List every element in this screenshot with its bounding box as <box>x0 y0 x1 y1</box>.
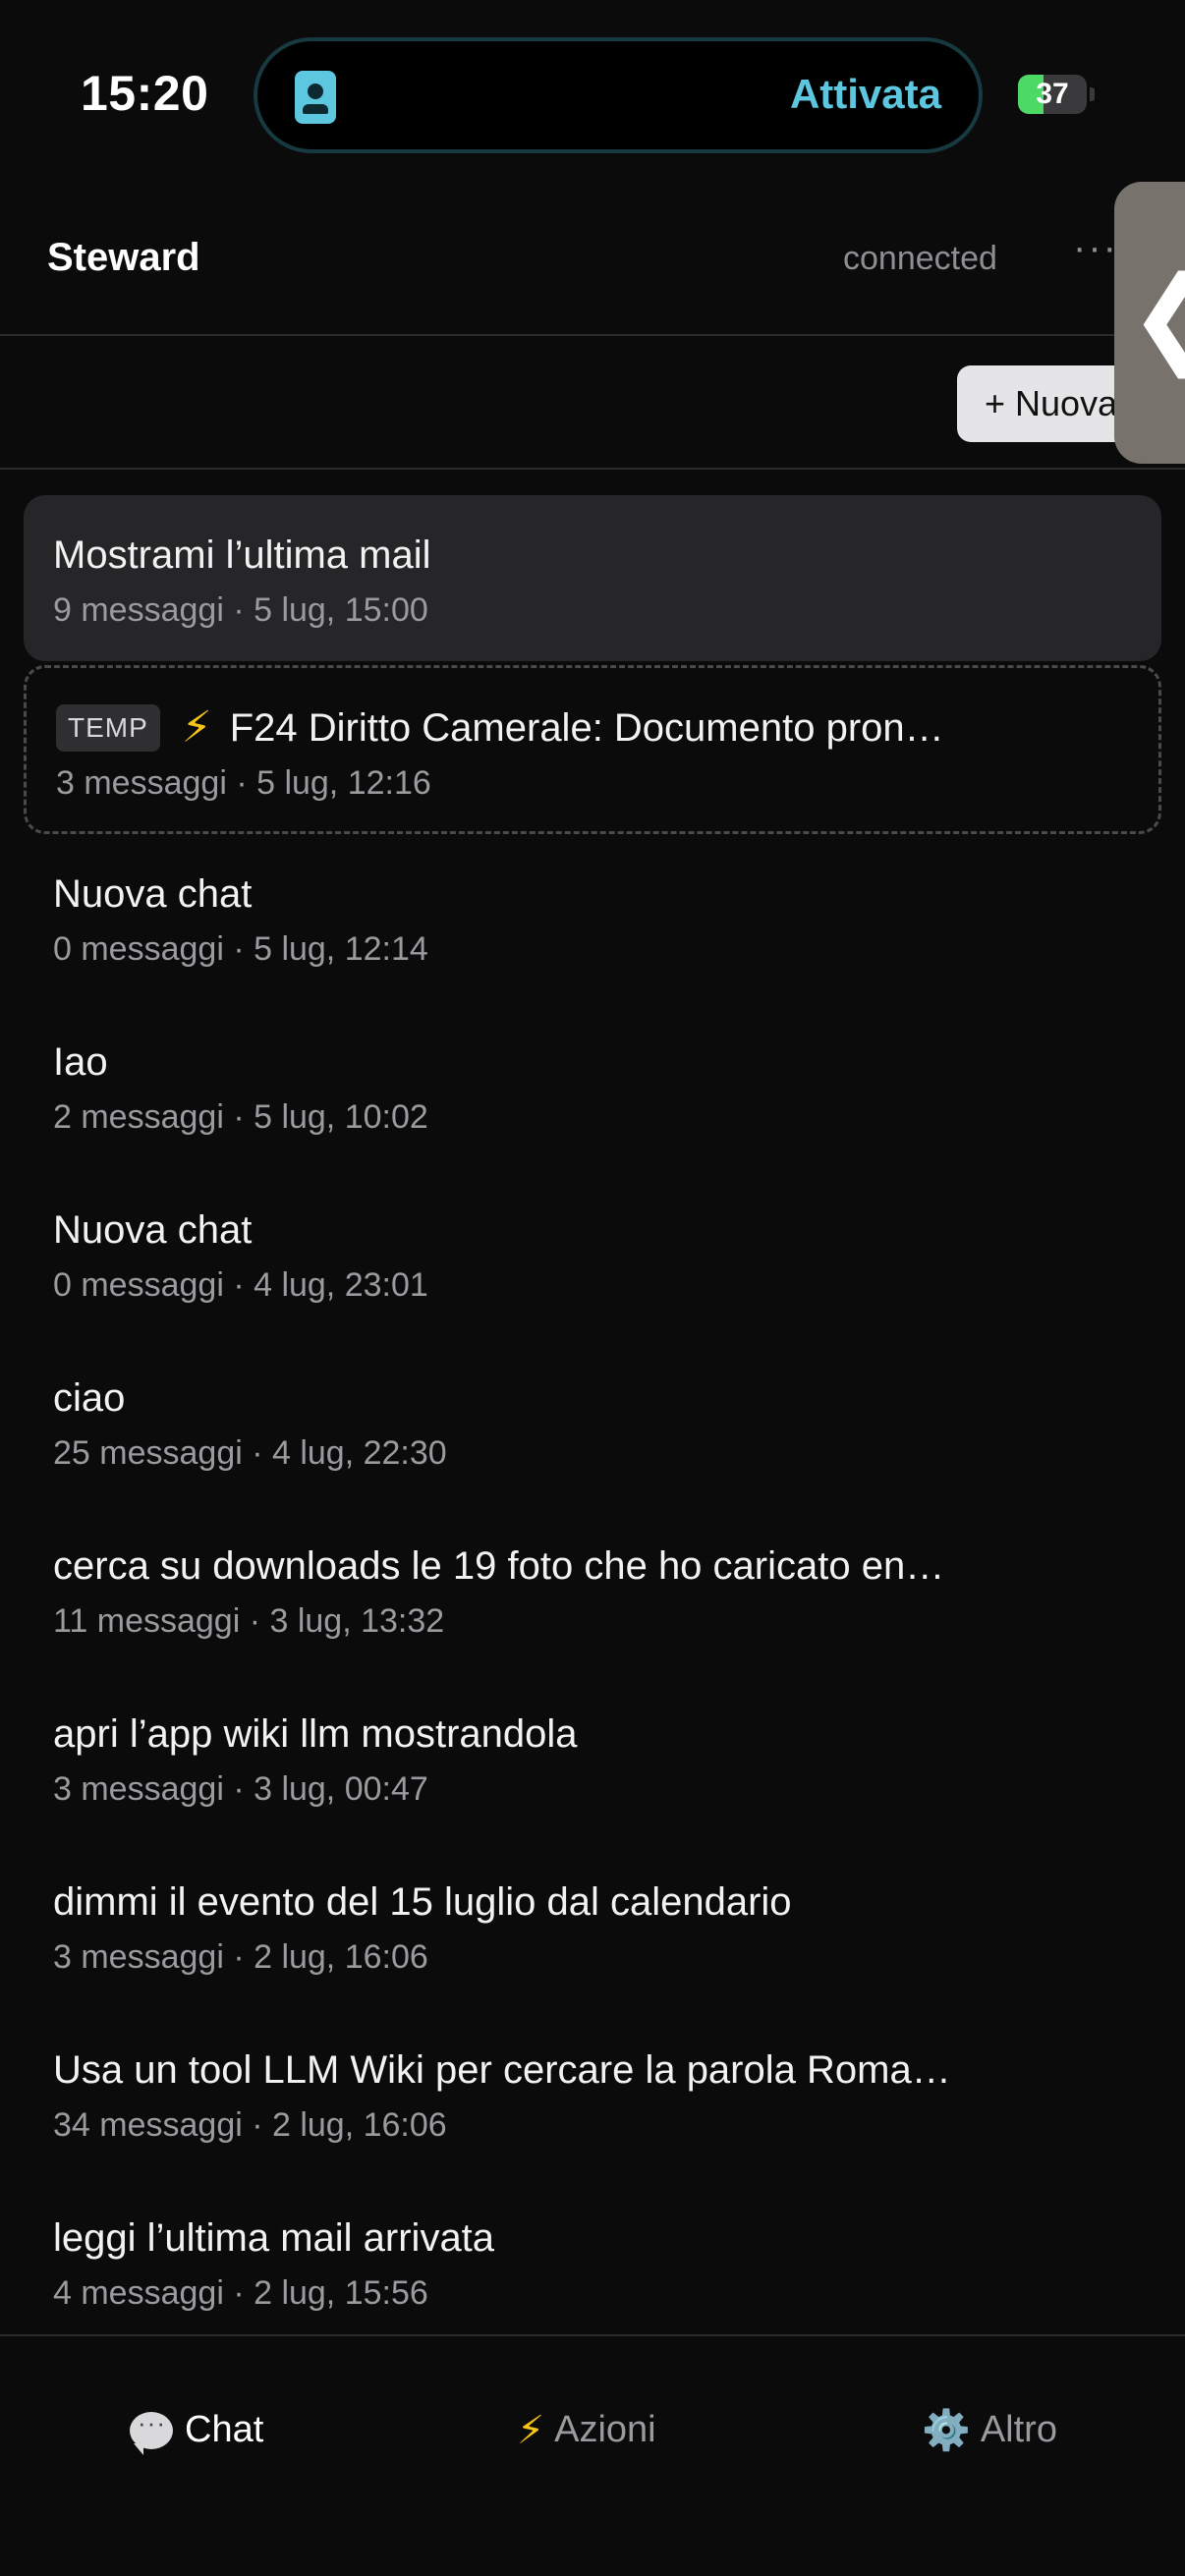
chat-title: dimmi il evento del 15 luglio dal calend… <box>53 1879 792 1924</box>
chat-meta: 3 messaggi · 2 lug, 16:06 <box>53 1938 428 1976</box>
tab-azioni[interactable]: ⚡ Azioni <box>517 2409 656 2451</box>
speech-bubble-icon <box>130 2408 173 2455</box>
tab-bar: Chat ⚡ Azioni ⚙️ Altro <box>0 2334 1185 2576</box>
chat-title: F24 Diritto Camerale: Documento pron… <box>229 705 944 750</box>
chat-list-item[interactable]: Mostrami l’ultima mail 9 messaggi · 5 lu… <box>24 495 1161 661</box>
chat-list: Mostrami l’ultima mail 9 messaggi · 5 lu… <box>0 495 1185 2346</box>
screen: 15:20 Attivata 37 Steward connected ··· … <box>0 0 1185 2576</box>
more-options-button[interactable]: ··· <box>1073 226 1118 270</box>
chat-meta: 0 messaggi · 4 lug, 23:01 <box>53 1266 428 1304</box>
chat-meta: 0 messaggi · 5 lug, 12:14 <box>53 930 428 968</box>
lightning-icon: ⚡ <box>181 703 212 752</box>
chat-meta: 9 messaggi · 5 lug, 15:00 <box>53 591 428 629</box>
battery-cap <box>1090 87 1095 101</box>
side-panel-handle[interactable]: ❮ <box>1114 182 1185 464</box>
chat-title: apri l’app wiki llm mostrandola <box>53 1711 578 1756</box>
tab-label: Chat <box>185 2409 264 2450</box>
chat-title: leggi l’ultima mail arrivata <box>53 2215 495 2260</box>
chat-title: Mostrami l’ultima mail <box>53 532 431 577</box>
chat-list-item[interactable]: Nuova chat 0 messaggi · 4 lug, 23:01 <box>0 1170 1185 1338</box>
chat-list-item[interactable]: Iao 2 messaggi · 5 lug, 10:02 <box>0 1002 1185 1170</box>
chat-meta: 25 messaggi · 4 lug, 22:30 <box>53 1434 447 1472</box>
temp-badge: TEMP <box>56 704 160 752</box>
badge-icon <box>295 71 336 124</box>
chat-title: ciao <box>53 1375 126 1420</box>
chat-meta: 34 messaggi · 2 lug, 16:06 <box>53 2106 447 2144</box>
chat-list-item[interactable]: Nuova chat 0 messaggi · 5 lug, 12:14 <box>0 834 1185 1002</box>
status-time: 15:20 <box>81 66 209 121</box>
tab-label: Azioni <box>554 2409 656 2450</box>
chat-title: Usa un tool LLM Wiki per cercare la paro… <box>53 2047 951 2092</box>
chat-meta: 3 messaggi · 5 lug, 12:16 <box>56 764 431 802</box>
app-header: Steward connected ··· <box>0 187 1185 336</box>
chat-list-item[interactable]: leggi l’ultima mail arrivata 4 messaggi … <box>0 2178 1185 2346</box>
chat-meta: 2 messaggi · 5 lug, 10:02 <box>53 1098 428 1136</box>
tab-label: Altro <box>980 2409 1057 2450</box>
chat-list-item[interactable]: Usa un tool LLM Wiki per cercare la paro… <box>0 2010 1185 2178</box>
activity-status: Attivata <box>789 71 941 117</box>
chat-list-item[interactable]: cerca su downloads le 19 foto che ho car… <box>0 1506 1185 1674</box>
tab-chat[interactable]: Chat <box>130 2408 264 2455</box>
chat-title: Nuova chat <box>53 1207 253 1252</box>
dynamic-island[interactable]: Attivata <box>254 37 983 153</box>
chat-meta: 4 messaggi · 2 lug, 15:56 <box>53 2274 428 2312</box>
status-bar: 15:20 Attivata 37 <box>0 0 1185 187</box>
battery-level: 37 <box>1036 78 1069 110</box>
chat-list-item[interactable]: dimmi il evento del 15 luglio dal calend… <box>0 1842 1185 2010</box>
chat-title: cerca su downloads le 19 foto che ho car… <box>53 1543 945 1588</box>
tab-altro[interactable]: ⚙️ Altro <box>922 2409 1057 2451</box>
chat-meta: 11 messaggi · 3 lug, 13:32 <box>53 1602 445 1640</box>
chat-title: Nuova chat <box>53 871 253 916</box>
chat-meta: 3 messaggi · 3 lug, 00:47 <box>53 1770 428 1808</box>
chat-list-item-temp[interactable]: TEMP ⚡ F24 Diritto Camerale: Documento p… <box>24 665 1161 834</box>
app-title: Steward <box>47 236 200 279</box>
chat-list-item[interactable]: ciao 25 messaggi · 4 lug, 22:30 <box>0 1338 1185 1506</box>
battery-icon: 37 <box>1018 75 1087 114</box>
chevron-left-icon: ❮ <box>1128 262 1185 370</box>
gear-icon: ⚙️ <box>922 2408 971 2452</box>
chat-list-item[interactable]: apri l’app wiki llm mostrandola 3 messag… <box>0 1674 1185 1842</box>
connection-status: connected <box>843 240 997 277</box>
chat-toolbar: + Nuova <box>0 336 1185 470</box>
chat-title: Iao <box>53 1039 108 1084</box>
lightning-icon: ⚡ <box>517 2408 545 2452</box>
